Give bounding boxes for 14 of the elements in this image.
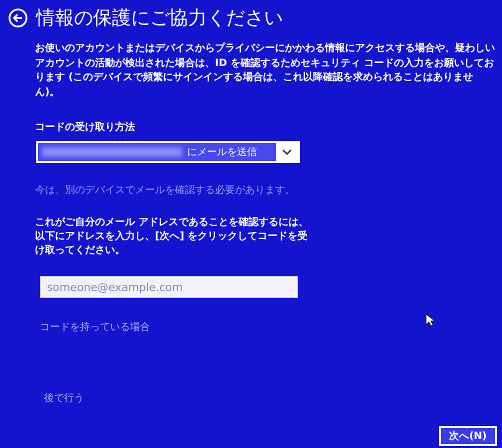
next-button[interactable]: 次へ(N)	[439, 426, 497, 446]
hint-text: 今は、別のデバイスでメールを確認する必要があります。	[35, 184, 296, 198]
back-icon[interactable]	[8, 8, 28, 28]
intro-text: お使いのアカウントまたはデバイスからプライバシーにかかわる情報にアクセスする場合や、疑わしいアカウントの活動が検出された場合は、ID を確認するためセキュリティ コードの入力をお願いしております (このデバイスで頻繁にサインインする場合は、これ以降確認を求められることはありません)。	[35, 42, 495, 100]
dropdown-value: にメールを送信	[187, 146, 257, 160]
later-link[interactable]: 後で行う	[44, 391, 84, 406]
page-title: 情報の保護にご協力ください	[36, 6, 283, 30]
field-label: コードの受け取り方法	[35, 120, 136, 135]
chevron-icon[interactable]	[276, 143, 298, 161]
have-code-link[interactable]: コードを持っている場合	[40, 320, 150, 335]
method-dropdown[interactable]: にメールを送信	[36, 141, 300, 163]
pointer-icon	[425, 313, 435, 327]
email-input[interactable]: someone@example.com	[40, 276, 298, 298]
instruction-text: これがご自分のメール アドレスであることを確認するには、以下にアドレスを入力し、[次へ] をクリックしてコードを受け取ってください。	[35, 216, 310, 258]
